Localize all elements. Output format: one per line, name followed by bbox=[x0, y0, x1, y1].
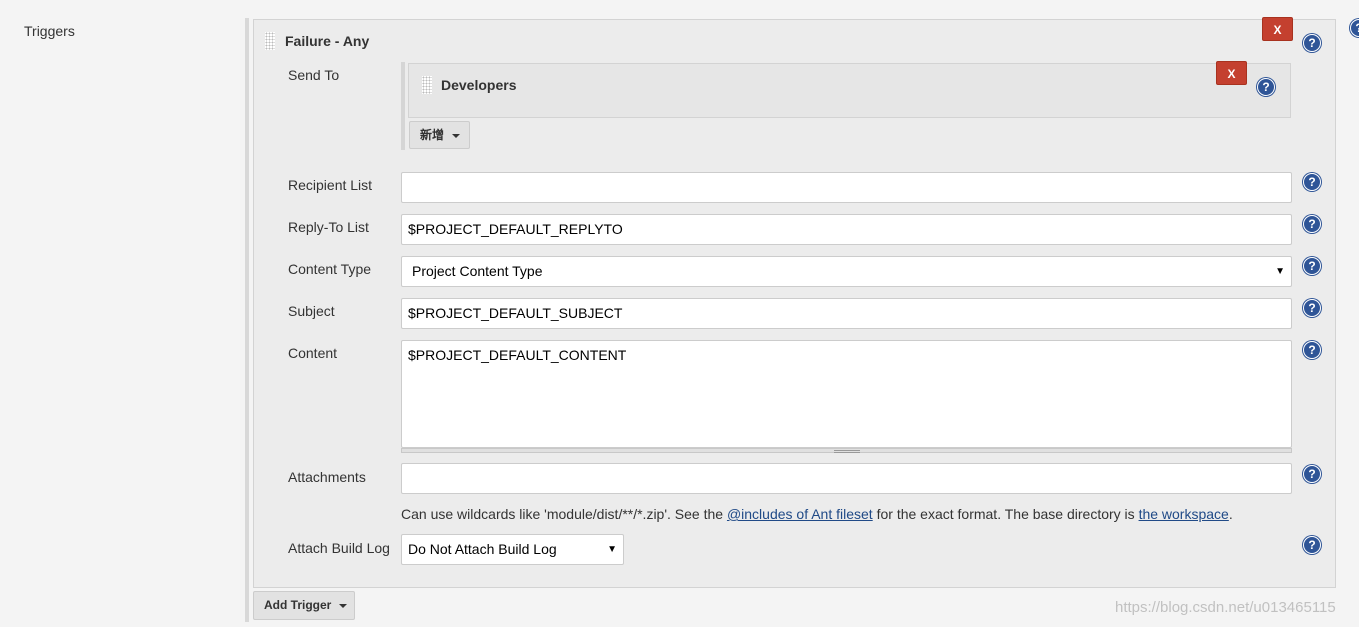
help-icon[interactable]: ? bbox=[1303, 341, 1321, 359]
add-trigger-button[interactable]: Add Trigger bbox=[253, 591, 355, 620]
content-type-label: Content Type bbox=[288, 261, 372, 277]
help-icon[interactable]: ? bbox=[1303, 215, 1321, 233]
delete-trigger-button[interactable]: X bbox=[1262, 17, 1293, 41]
help-icon[interactable]: ? bbox=[1303, 536, 1321, 554]
add-recipient-label: 新增 bbox=[420, 128, 445, 142]
help-icon[interactable]: ? bbox=[1303, 173, 1321, 191]
help-icon[interactable]: ? bbox=[1303, 299, 1321, 317]
send-to-label: Send To bbox=[288, 67, 340, 83]
caret-down-icon bbox=[339, 603, 348, 608]
workspace-link[interactable]: the workspace bbox=[1139, 506, 1229, 522]
help-icon[interactable]: ? bbox=[1257, 78, 1275, 96]
trigger-title: Failure - Any bbox=[285, 33, 370, 49]
reply-to-label: Reply-To List bbox=[288, 219, 369, 235]
attachments-label: Attachments bbox=[288, 469, 366, 485]
help-text: Can use wildcards like 'module/dist/**/*… bbox=[401, 506, 727, 522]
help-icon[interactable]: ? bbox=[1350, 19, 1359, 37]
help-icon[interactable]: ? bbox=[1303, 34, 1321, 52]
help-icon[interactable]: ? bbox=[1303, 465, 1321, 483]
attachments-help-text: Can use wildcards like 'module/dist/**/*… bbox=[401, 506, 1233, 522]
help-icon[interactable]: ? bbox=[1303, 257, 1321, 275]
textarea-resize-handle[interactable] bbox=[401, 448, 1292, 453]
caret-down-icon bbox=[452, 133, 461, 138]
attach-build-log-select[interactable]: Do Not Attach Build Log ▼ bbox=[401, 534, 624, 565]
help-text: for the exact format. The base directory… bbox=[872, 506, 1139, 522]
help-text: . bbox=[1228, 506, 1233, 522]
attach-build-log-value: Do Not Attach Build Log bbox=[408, 541, 557, 557]
attach-build-log-label: Attach Build Log bbox=[288, 540, 390, 556]
subject-label: Subject bbox=[288, 303, 335, 319]
section-bar bbox=[245, 18, 249, 622]
content-textarea[interactable]: $PROJECT_DEFAULT_CONTENT bbox=[401, 340, 1292, 448]
triggers-label: Triggers bbox=[24, 23, 75, 39]
recipient-list-input[interactable] bbox=[401, 172, 1292, 203]
content-type-select[interactable]: Project Content Type ▼ bbox=[401, 256, 1292, 287]
add-trigger-label: Add Trigger bbox=[264, 598, 332, 612]
recipient-panel bbox=[408, 63, 1291, 118]
dropdown-arrow-icon: ▼ bbox=[607, 544, 617, 555]
drag-handle-icon[interactable] bbox=[265, 32, 275, 50]
content-label: Content bbox=[288, 345, 338, 361]
add-recipient-button[interactable]: 新增 bbox=[409, 121, 470, 149]
dropdown-arrow-icon: ▼ bbox=[1275, 266, 1285, 277]
recipient-title: Developers bbox=[441, 77, 517, 93]
reply-to-input[interactable]: $PROJECT_DEFAULT_REPLYTO bbox=[401, 214, 1292, 245]
watermark: https://blog.csdn.net/u013465115 bbox=[1115, 599, 1336, 616]
recipient-list-label: Recipient List bbox=[288, 177, 373, 193]
drag-handle-icon[interactable] bbox=[422, 76, 432, 94]
attachments-input[interactable] bbox=[401, 463, 1292, 494]
delete-recipient-button[interactable]: X bbox=[1216, 61, 1247, 85]
content-type-value: Project Content Type bbox=[412, 263, 543, 279]
ant-fileset-link[interactable]: @includes of Ant fileset bbox=[727, 506, 873, 522]
send-to-bar bbox=[401, 62, 405, 150]
subject-input[interactable]: $PROJECT_DEFAULT_SUBJECT bbox=[401, 298, 1292, 329]
